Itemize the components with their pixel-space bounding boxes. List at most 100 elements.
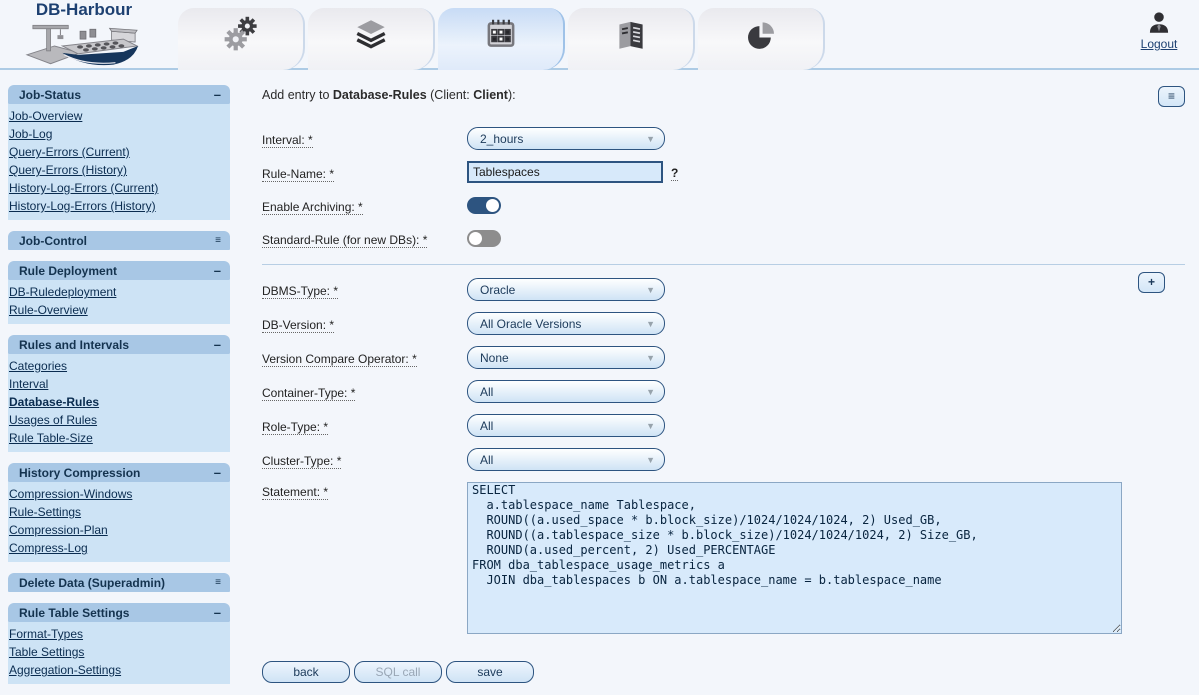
rule-name-help-icon[interactable]: ? xyxy=(671,163,678,181)
sidebar-item-job-log[interactable]: Job-Log xyxy=(8,125,230,143)
standard-rule-toggle[interactable] xyxy=(467,230,501,247)
pie-chart-icon xyxy=(742,23,780,56)
chevron-down-icon: ▼ xyxy=(646,455,655,465)
sidebar-section-title: Rules and Intervals xyxy=(19,338,129,352)
sidebar-section-delete-data-superadmin: Delete Data (Superadmin)≡ xyxy=(8,573,230,592)
form-row-rule-name: Rule-Name: * ? xyxy=(262,161,1185,183)
chevron-down-icon: ▼ xyxy=(646,319,655,329)
sidebar-item-history-log-errors-current[interactable]: History-Log-Errors (Current) xyxy=(8,179,230,197)
back-button[interactable]: back xyxy=(262,661,350,683)
chevron-down-icon: ▼ xyxy=(646,134,655,144)
dbms-type-label: DBMS-Type: * xyxy=(262,281,467,298)
cluster-type-label: Cluster-Type: * xyxy=(262,451,467,468)
form-row-db-version: DB-Version: * All Oracle Versions ▼ xyxy=(262,312,1185,335)
rule-name-label: Rule-Name: * xyxy=(262,164,467,181)
sidebar-item-table-settings[interactable]: Table Settings xyxy=(8,643,230,661)
sidebar-section-history-compression: History Compression–Compression-WindowsR… xyxy=(8,463,230,562)
sidebar-item-database-rules[interactable]: Database-Rules xyxy=(8,393,230,411)
collapse-icon[interactable]: – xyxy=(214,606,221,619)
add-condition-button[interactable]: + xyxy=(1138,272,1165,293)
role-type-value: All xyxy=(480,419,646,433)
sidebar-section-header: Delete Data (Superadmin)≡ xyxy=(8,573,230,592)
report-icon xyxy=(612,23,650,56)
sidebar-item-query-errors-history[interactable]: Query-Errors (History) xyxy=(8,161,230,179)
table-menu-button[interactable]: ≡ xyxy=(1158,86,1185,107)
sidebar-section-title: Job-Status xyxy=(19,88,81,102)
interval-value: 2_hours xyxy=(480,132,646,146)
rule-name-input[interactable] xyxy=(467,161,663,183)
enable-archiving-toggle[interactable] xyxy=(467,197,501,214)
sidebar-section-rule-deployment: Rule Deployment – DB-RuledeploymentRule-Ov… xyxy=(8,261,230,324)
tab-reports[interactable] xyxy=(568,8,695,70)
sidebar-nav: Job-Status–Job-OverviewJob-LogQuery-Erro… xyxy=(8,85,230,695)
title-suffix: ): xyxy=(508,88,516,102)
tab-settings[interactable] xyxy=(178,8,305,70)
collapse-icon[interactable]: – xyxy=(214,264,221,277)
tab-layers[interactable] xyxy=(308,8,435,70)
sidebar-section-title: Rule Deployment xyxy=(19,264,117,278)
statement-textarea[interactable]: SELECT a.tablespace_name Tablespace, ROU… xyxy=(467,482,1122,634)
container-type-select[interactable]: All ▼ xyxy=(467,380,665,403)
sidebar-item-compress-log[interactable]: Compress-Log xyxy=(8,539,230,557)
sidebar-item-rule-settings[interactable]: Rule-Settings xyxy=(8,503,230,521)
sidebar-section-header: Job-Control≡ xyxy=(8,231,230,250)
sql-call-button[interactable]: SQL call xyxy=(354,661,442,683)
sidebar-item-rule-overview[interactable]: Rule-Overview xyxy=(8,301,230,319)
collapse-icon[interactable]: – xyxy=(214,88,221,101)
title-entity: Database-Rules xyxy=(333,88,427,102)
save-button[interactable]: save xyxy=(446,661,534,683)
toggle-knob xyxy=(486,199,499,212)
version-compare-value: None xyxy=(480,351,646,365)
cluster-type-value: All xyxy=(480,453,646,467)
standard-rule-label: Standard-Rule (for new DBs): * xyxy=(262,230,467,247)
chevron-down-icon: ▼ xyxy=(646,285,655,295)
sidebar-item-compression-windows[interactable]: Compression-Windows xyxy=(8,485,230,503)
sidebar-item-db-ruledeployment[interactable]: DB-Ruledeployment xyxy=(8,283,230,301)
dbms-type-select[interactable]: Oracle ▼ xyxy=(467,278,665,301)
db-version-value: All Oracle Versions xyxy=(480,317,646,331)
sidebar-section-header: Job-Status – xyxy=(8,85,230,104)
form-row-container-type: Container-Type: * All ▼ xyxy=(262,380,1185,403)
sidebar-item-compression-plan[interactable]: Compression-Plan xyxy=(8,521,230,539)
interval-select[interactable]: 2_hours ▼ xyxy=(467,127,665,150)
logout-block: Logout xyxy=(1127,10,1191,51)
collapse-icon[interactable]: – xyxy=(214,338,221,351)
app-logo: DB-Harbour xyxy=(20,1,148,69)
sidebar-item-history-log-errors-history[interactable]: History-Log-Errors (History) xyxy=(8,197,230,215)
form-row-interval: Interval: * 2_hours ▼ xyxy=(262,127,1185,150)
cluster-type-select[interactable]: All ▼ xyxy=(467,448,665,471)
tab-statistics[interactable] xyxy=(698,8,825,70)
sidebar-item-categories[interactable]: Categories xyxy=(8,357,230,375)
tab-schedule[interactable] xyxy=(438,8,565,70)
db-version-select[interactable]: All Oracle Versions ▼ xyxy=(467,312,665,335)
expand-icon[interactable]: ≡ xyxy=(215,236,221,246)
version-compare-select[interactable]: None ▼ xyxy=(467,346,665,369)
sidebar-section-job-control: Job-Control≡ xyxy=(8,231,230,250)
expand-icon[interactable]: ≡ xyxy=(215,578,221,588)
collapse-icon[interactable]: – xyxy=(214,466,221,479)
sidebar-item-interval[interactable]: Interval xyxy=(8,375,230,393)
sidebar-item-usages-of-rules[interactable]: Usages of Rules xyxy=(8,411,230,429)
sidebar-item-job-overview[interactable]: Job-Overview xyxy=(8,107,230,125)
role-type-select[interactable]: All ▼ xyxy=(467,414,665,437)
form-row-role-type: Role-Type: * All ▼ xyxy=(262,414,1185,437)
form-row-statement: Statement: * SELECT a.tablespace_name Ta… xyxy=(262,482,1185,634)
sidebar-item-aggregation-settings[interactable]: Aggregation-Settings xyxy=(8,661,230,679)
logout-link[interactable]: Logout xyxy=(1141,37,1178,51)
role-type-label: Role-Type: * xyxy=(262,417,467,434)
sidebar-section-title: Rule Table Settings xyxy=(19,606,129,620)
form-actions: back SQL call save xyxy=(262,661,1185,683)
sidebar-section-job-status: Job-Status–Job-OverviewJob-LogQuery-Erro… xyxy=(8,85,230,220)
sidebar-section-items: Job-OverviewJob-LogQuery-Errors (Current… xyxy=(8,104,230,220)
page-title: Add entry to Database-Rules (Client: Cli… xyxy=(262,88,1185,102)
sidebar-item-rule-table-size[interactable]: Rule Table-Size xyxy=(8,429,230,447)
form-row-enable-archiving: Enable Archiving: * xyxy=(262,194,1185,216)
title-mid: (Client: xyxy=(427,88,474,102)
sidebar-item-query-errors-current[interactable]: Query-Errors (Current) xyxy=(8,143,230,161)
harbour-ship-icon xyxy=(20,19,148,69)
app-logo-text: DB-Harbour xyxy=(20,1,148,19)
interval-label: Interval: * xyxy=(262,130,467,147)
sidebar-section-items: DB-RuledeploymentRule-Overview xyxy=(8,280,230,324)
statement-label: Statement: * xyxy=(262,482,467,499)
sidebar-item-format-types[interactable]: Format-Types xyxy=(8,625,230,643)
